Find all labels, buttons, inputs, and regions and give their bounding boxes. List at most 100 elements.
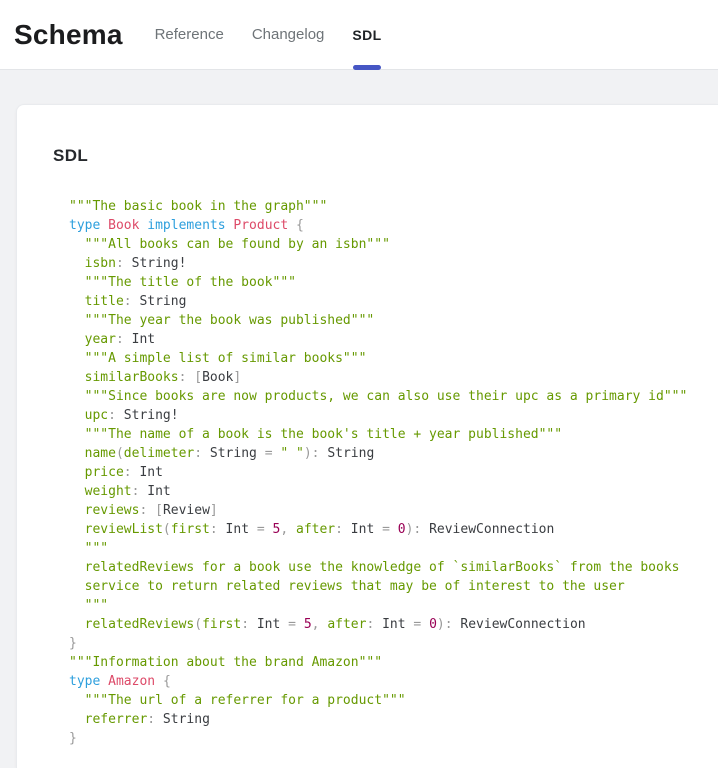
tab-changelog-label: Changelog: [252, 26, 325, 43]
code-token: [421, 617, 429, 632]
code-token: isbn: [69, 256, 116, 271]
code-token: :: [335, 522, 343, 537]
code-token: """All books can be found by an isbn""": [69, 237, 390, 252]
code-line: type Amazon {: [69, 672, 698, 691]
code-token: [390, 522, 398, 537]
code-token: String: [320, 446, 375, 461]
code-token: """The basic book in the graph""": [69, 199, 327, 214]
tab-reference[interactable]: Reference: [141, 0, 238, 69]
code-token: weight: [69, 484, 132, 499]
code-token: 0: [429, 617, 437, 632]
sdl-card: SDL """The basic book in the graph"""typ…: [16, 104, 718, 768]
code-token: Int: [218, 522, 257, 537]
code-line: """A simple list of similar books""": [69, 349, 698, 368]
code-token: relatedReviews: [69, 617, 194, 632]
code-token: =: [382, 522, 390, 537]
code-token: Int: [139, 484, 170, 499]
code-line: }: [69, 634, 698, 653]
code-token: implements: [147, 218, 225, 233]
code-token: Review: [163, 503, 210, 518]
code-line: type Book implements Product {: [69, 216, 698, 235]
code-token: reviewList: [69, 522, 163, 537]
code-token: """The title of the book""": [69, 275, 296, 290]
code-token: """: [69, 598, 108, 613]
code-token: [288, 218, 296, 233]
code-token: upc: [69, 408, 108, 423]
code-token: [296, 617, 304, 632]
code-token: Amazon: [108, 674, 155, 689]
code-token: ):: [406, 522, 422, 537]
code-line: year: Int: [69, 330, 698, 349]
code-token: :: [124, 294, 132, 309]
code-token: : [: [139, 503, 162, 518]
code-token: Int: [374, 617, 413, 632]
code-token: title: [69, 294, 124, 309]
code-token: type: [69, 218, 100, 233]
code-token: [155, 674, 163, 689]
code-token: String: [132, 294, 187, 309]
tab-changelog[interactable]: Changelog: [238, 0, 339, 69]
code-token: (: [116, 446, 124, 461]
code-token: :: [116, 256, 124, 271]
tab-reference-label: Reference: [155, 26, 224, 43]
code-token: :: [108, 408, 116, 423]
code-line: """All books can be found by an isbn""": [69, 235, 698, 254]
code-token: ):: [304, 446, 320, 461]
code-line: """The name of a book is the book's titl…: [69, 425, 698, 444]
code-token: first: [171, 522, 210, 537]
code-token: type: [69, 674, 100, 689]
code-token: :: [147, 712, 155, 727]
tab-sdl[interactable]: SDL: [338, 0, 395, 69]
code-line: """Since books are now products, we can …: [69, 387, 698, 406]
code-token: delimeter: [124, 446, 194, 461]
page-header: Schema Reference Changelog SDL: [0, 0, 718, 70]
code-token: Int: [343, 522, 382, 537]
code-line: """The basic book in the graph""": [69, 197, 698, 216]
code-line: price: Int: [69, 463, 698, 482]
active-tab-indicator: [353, 65, 381, 70]
code-token: name: [69, 446, 116, 461]
code-line: service to return related reviews that m…: [69, 577, 698, 596]
code-token: :: [116, 332, 124, 347]
code-token: """The url of a referrer for a product""…: [69, 693, 406, 708]
code-token: Int: [249, 617, 288, 632]
code-token: """A simple list of similar books""": [69, 351, 366, 366]
code-token: 0: [398, 522, 406, 537]
code-token: service to return related reviews that m…: [69, 579, 625, 594]
code-token: :: [194, 446, 202, 461]
code-token: """Since books are now products, we can …: [69, 389, 687, 404]
code-token: year: [69, 332, 116, 347]
code-line: """The year the book was published""": [69, 311, 698, 330]
code-token: =: [257, 522, 265, 537]
code-line: relatedReviews for a book use the knowle…: [69, 558, 698, 577]
code-line: """: [69, 596, 698, 615]
code-token: " ": [280, 446, 303, 461]
code-token: (: [163, 522, 171, 537]
code-token: """Information about the brand Amazon""": [69, 655, 382, 670]
code-token: Int: [124, 332, 155, 347]
code-line: reviews: [Review]: [69, 501, 698, 520]
code-line: weight: Int: [69, 482, 698, 501]
code-token: ReviewConnection: [453, 617, 586, 632]
code-token: :: [241, 617, 249, 632]
code-token: price: [69, 465, 124, 480]
code-token: [100, 218, 108, 233]
code-token: reviews: [69, 503, 139, 518]
tab-bar: Reference Changelog SDL: [141, 0, 396, 69]
page-title: Schema: [14, 19, 123, 51]
code-line: reviewList(first: Int = 5, after: Int = …: [69, 520, 698, 539]
code-token: =: [288, 617, 296, 632]
code-token: referrer: [69, 712, 147, 727]
code-line: name(delimeter: String = " "): String: [69, 444, 698, 463]
code-token: Book: [202, 370, 233, 385]
code-token: }: [69, 636, 77, 651]
code-token: (: [194, 617, 202, 632]
code-token: """: [69, 541, 108, 556]
code-token: :: [210, 522, 218, 537]
code-line: isbn: String!: [69, 254, 698, 273]
code-token: : [: [179, 370, 202, 385]
code-token: String: [202, 446, 265, 461]
tab-sdl-label: SDL: [352, 27, 381, 43]
code-token: }: [69, 731, 77, 746]
code-token: similarBooks: [69, 370, 179, 385]
